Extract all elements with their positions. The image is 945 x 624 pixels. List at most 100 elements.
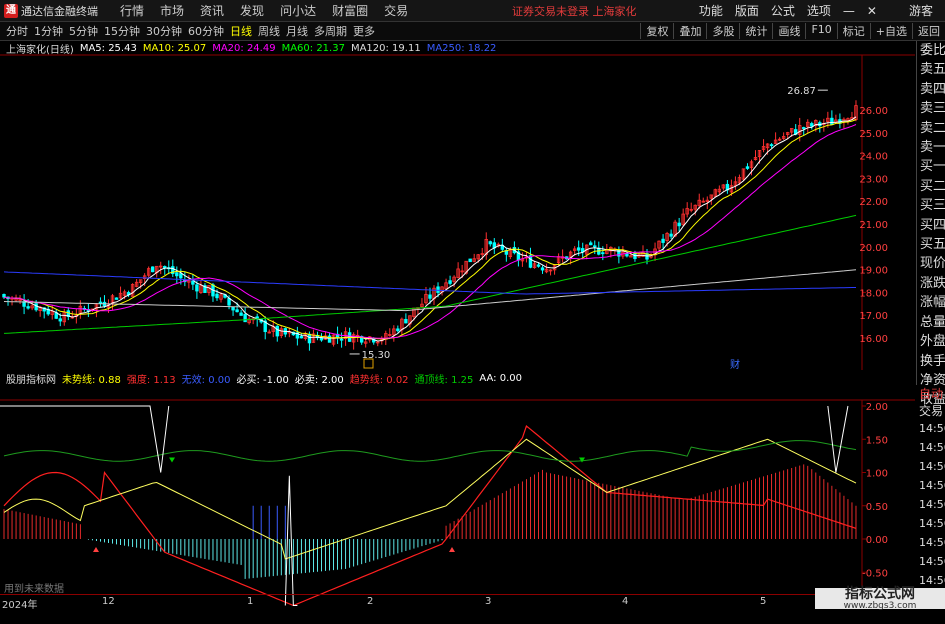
price-label-9: 17.00: [859, 311, 888, 322]
minimize-icon[interactable]: —: [843, 4, 855, 18]
must-sell-line-2: [827, 405, 849, 473]
candle-body-0: [2, 294, 6, 298]
period-tab-8[interactable]: 月线: [286, 23, 308, 39]
watermark-title: 指标公式网: [845, 585, 915, 602]
candle-body-155: [625, 253, 629, 257]
app-logo-icon: 通: [4, 3, 18, 18]
date-tick-4: 3: [485, 596, 492, 607]
candle-body-43: [175, 272, 179, 277]
menu-item-news[interactable]: 资讯: [200, 2, 224, 19]
sidebar-item-14[interactable]: 总量: [917, 313, 945, 332]
sub-label-1: 1.50: [866, 435, 888, 446]
sidebar-item-5[interactable]: 卖一: [917, 138, 945, 157]
candle-body-14: [58, 318, 62, 322]
menu-item-options[interactable]: 选项: [807, 2, 831, 19]
tool-button-4[interactable]: 画线: [772, 23, 805, 39]
candle-body-185: [745, 166, 750, 169]
sidebar-item-2[interactable]: 卖四: [917, 80, 945, 99]
sidebar-item-6[interactable]: 买一: [917, 157, 945, 176]
tick-time-4: 14:56: [919, 498, 945, 511]
period-tab-7[interactable]: 周线: [258, 23, 280, 39]
app-name: 通达信金融终端: [21, 4, 98, 18]
candlestick-chart[interactable]: 26.00 25.00 24.00 23.00 22.00 21.00 20.00 19.00…: [0, 41, 915, 370]
menu-item-formula[interactable]: 公式: [771, 2, 795, 19]
sidebar-item-16[interactable]: 换手: [917, 352, 945, 371]
sub-label-3: 0.50: [866, 502, 888, 513]
main-legend: 上海家化(日线) MA5: 25.43 MA10: 25.07 MA20: 24.49…: [0, 41, 496, 56]
sidebar-item-10[interactable]: 买五: [917, 235, 945, 254]
menu-item-function[interactable]: 功能: [699, 2, 723, 19]
candle-body-98: [396, 328, 400, 332]
tool-button-3[interactable]: 统计: [739, 23, 772, 39]
menu-item-wealth[interactable]: 财富圈: [332, 2, 368, 19]
ma-legend-4: MA120: 19.11: [350, 42, 421, 54]
ma-legend-3: MA60: 21.37: [281, 42, 345, 54]
menu-item-trade[interactable]: 交易: [384, 2, 408, 19]
tool-button-7[interactable]: +自选: [869, 23, 912, 39]
trade-label[interactable]: 交易: [916, 402, 945, 419]
period-tab-0[interactable]: 分时: [6, 23, 28, 39]
period-tab-5[interactable]: 60分钟: [188, 23, 224, 39]
period-tab-3[interactable]: 15分钟: [104, 23, 140, 39]
period-tab-1[interactable]: 1分钟: [34, 23, 63, 39]
price-label-10: 16.00: [859, 334, 888, 345]
indicator-name[interactable]: 股朋指标网: [6, 371, 56, 386]
sidebar-item-15[interactable]: 外盘: [917, 332, 945, 351]
ma-legend-2: MA20: 24.49: [212, 42, 276, 54]
candle-body-143: [576, 247, 581, 251]
tool-button-1[interactable]: 叠加: [673, 23, 706, 39]
tool-button-5[interactable]: F10: [805, 23, 836, 39]
tool-button-8[interactable]: 返回: [912, 23, 945, 39]
main-menu: 行情 市场 资讯 发现 问小达 财富圈 交易: [104, 2, 408, 19]
sidebar-item-13[interactable]: 涨幅: [917, 293, 945, 312]
price-label-8: 18.00: [859, 288, 888, 299]
indicator-chart[interactable]: 2.00 1.50 1.00 0.50 0.00 -0.50: [0, 385, 915, 624]
period-tab-6[interactable]: 日线: [230, 23, 252, 39]
candle-body-59: [239, 312, 243, 316]
period-tab-10[interactable]: 更多: [353, 23, 375, 39]
sidebar-item-7[interactable]: 买二: [917, 177, 945, 196]
sidebar-item-0[interactable]: 委比: [917, 41, 945, 60]
title-bar: 通 通达信金融终端 行情 市场 资讯 发现 问小达 财富圈 交易 证券交易未登录…: [0, 0, 945, 22]
candle-body-133: [536, 264, 541, 267]
candle-body-121: [488, 241, 492, 245]
title-right-menu: 功能 版面 公式 选项 — ✕ 游客: [699, 2, 945, 19]
menu-item-layout[interactable]: 版面: [735, 2, 759, 19]
tool-button-0[interactable]: 复权: [640, 23, 673, 39]
indicator-legend-5: 趋势线: 0.02: [349, 374, 409, 386]
tick-time-5: 14:56: [919, 517, 945, 530]
indicator-legend: 股朋指标网 未势线: 0.88 强度: 1.13 无效: 0.00 必买: -1.00 必…: [0, 371, 522, 386]
login-notice: 证券交易未登录 上海家化: [512, 4, 637, 18]
sidebar-item-1[interactable]: 卖五: [917, 60, 945, 79]
candle-body-206: [830, 117, 834, 125]
candle-body-166: [669, 233, 673, 237]
sidebar-item-9[interactable]: 买四: [917, 216, 945, 235]
sidebar-item-4[interactable]: 卖二: [917, 119, 945, 138]
period-tab-2[interactable]: 5分钟: [69, 23, 98, 39]
close-icon[interactable]: ✕: [867, 4, 877, 18]
menu-item-discover[interactable]: 发现: [240, 2, 264, 19]
period-toolbar: 分时 1分钟 5分钟 15分钟 30分钟 60分钟 日线 周线 月线 多周期 更多 复权 叠加 多股 统计…: [0, 22, 945, 41]
menu-item-quotes[interactable]: 行情: [120, 2, 144, 19]
guest-label[interactable]: 游客: [909, 2, 933, 19]
sidebar-item-11[interactable]: 现价: [917, 254, 945, 273]
candle-body-37: [150, 266, 155, 273]
period-tab-9[interactable]: 多周期: [314, 23, 347, 39]
tool-button-2[interactable]: 多股: [706, 23, 739, 39]
watermark-url: www.zbgs3.com: [843, 600, 917, 611]
future-data-note: 用到未来数据: [4, 584, 64, 595]
sidebar-item-3[interactable]: 卖三: [917, 99, 945, 118]
price-label-2: 24.00: [859, 152, 888, 163]
stock-title: 上海家化(日线): [6, 44, 74, 56]
must-sell-line-1: [0, 405, 170, 473]
tool-button-6[interactable]: 标记: [836, 23, 870, 39]
candle-body-111: [448, 280, 452, 284]
period-tab-4[interactable]: 30分钟: [146, 23, 182, 39]
candle-body-201: [810, 123, 814, 127]
sidebar-item-12[interactable]: 涨跌: [917, 274, 945, 293]
menu-item-ask[interactable]: 问小达: [280, 2, 316, 19]
sidebar-item-8[interactable]: 买三: [917, 196, 945, 215]
candle-body-100: [404, 318, 408, 324]
menu-item-market[interactable]: 市场: [160, 2, 184, 19]
auto-label[interactable]: 自动: [916, 385, 945, 402]
